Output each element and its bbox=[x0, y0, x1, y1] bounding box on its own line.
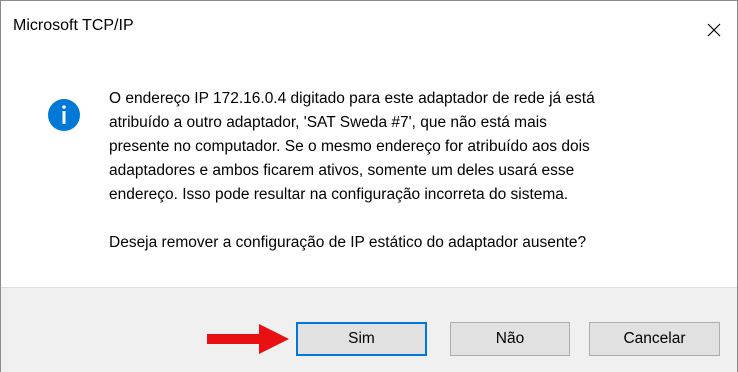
info-icon bbox=[48, 99, 80, 131]
question-text: Deseja remover a configuração de IP está… bbox=[109, 234, 587, 251]
button-bar: Sim Não Cancelar bbox=[1, 287, 737, 372]
message-line: endereço. Isso pode resultar na configur… bbox=[109, 186, 569, 203]
title-bar: Microsoft TCP/IP bbox=[1, 1, 737, 59]
yes-button[interactable]: Sim bbox=[296, 322, 427, 356]
message-line: atribuído a outro adaptador, 'SAT Sweda … bbox=[109, 114, 547, 131]
close-icon bbox=[707, 23, 721, 37]
no-button[interactable]: Não bbox=[450, 322, 570, 356]
window-title: Microsoft TCP/IP bbox=[13, 17, 134, 34]
cancel-button[interactable]: Cancelar bbox=[589, 322, 720, 356]
message-line: presente no computador. Se o mesmo ender… bbox=[109, 138, 590, 155]
dialog-content: O endereço IP 172.16.0.4 digitado para e… bbox=[1, 59, 737, 287]
red-arrow-annotation bbox=[207, 324, 289, 354]
message-line: O endereço IP 172.16.0.4 digitado para e… bbox=[109, 90, 595, 107]
message-line: adaptadores e ambos ficarem ativos, some… bbox=[109, 162, 575, 179]
close-button[interactable] bbox=[691, 1, 737, 59]
dialog-window: Microsoft TCP/IP O endereço IP 172.16.0.… bbox=[0, 0, 738, 372]
message-text: O endereço IP 172.16.0.4 digitado para e… bbox=[109, 87, 709, 255]
